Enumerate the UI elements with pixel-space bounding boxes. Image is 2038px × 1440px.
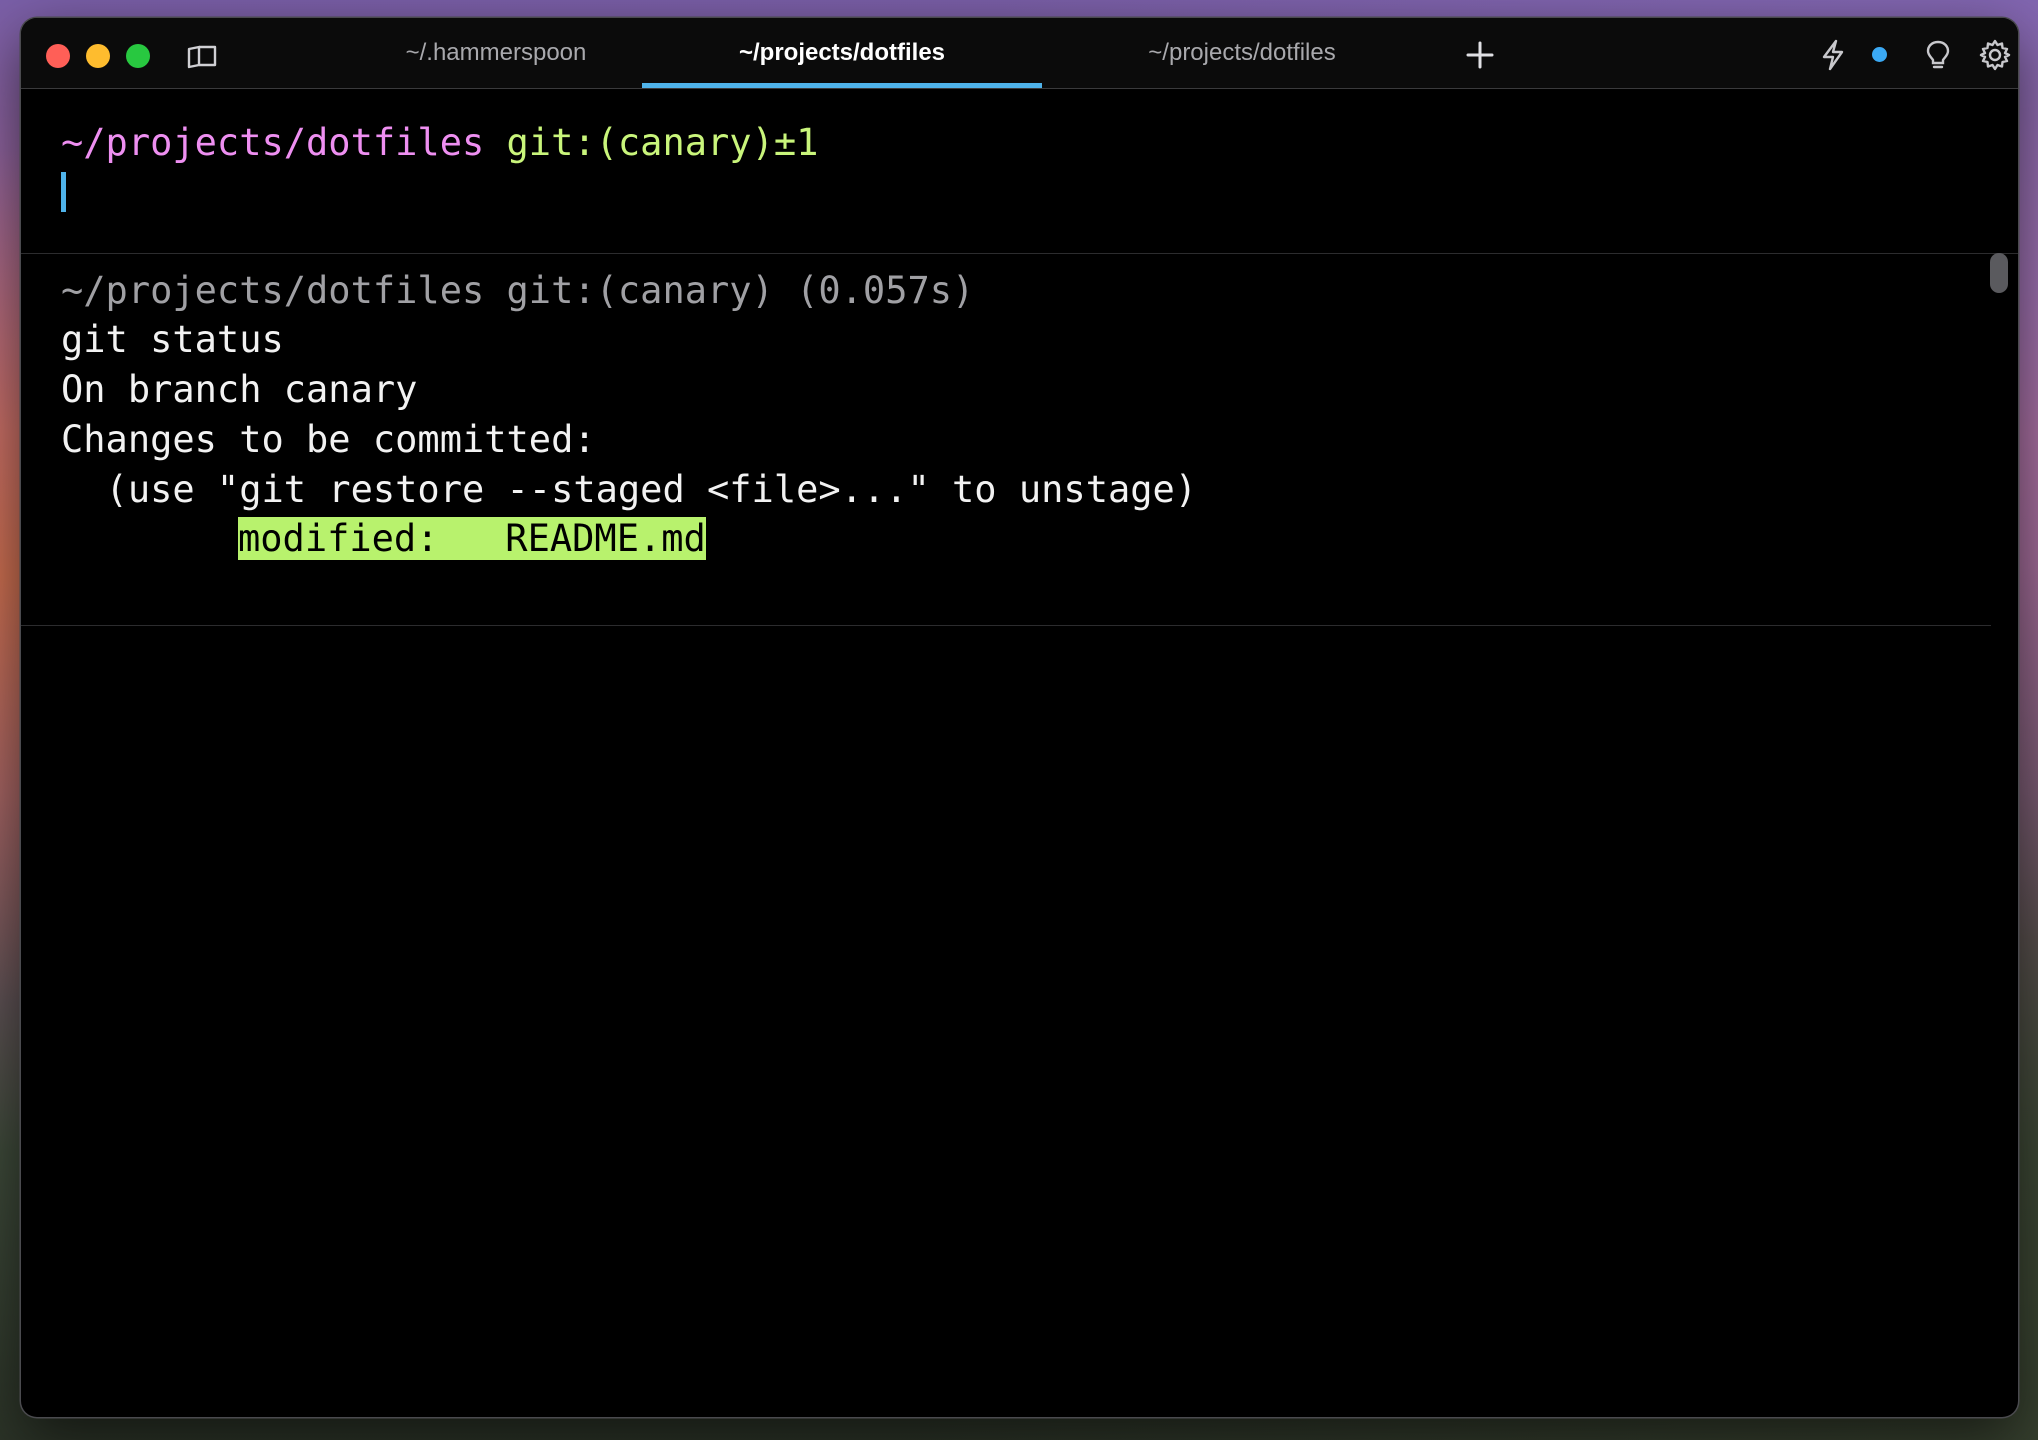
plus-icon[interactable] [1463, 38, 1497, 72]
prompt-path: ~/projects/dotfiles [61, 121, 485, 164]
command-text: git status [61, 318, 284, 361]
output-line: On branch canary [61, 368, 418, 411]
notification-dot [1872, 47, 1887, 62]
maximize-button[interactable] [126, 44, 150, 68]
active-tab-indicator [642, 83, 1042, 88]
close-button[interactable] [46, 44, 70, 68]
output-line: Changes to be committed: [61, 418, 596, 461]
highlighted-modified-file: modified: README.md [238, 517, 706, 560]
block-header: ~/projects/dotfiles git:(canary) (0.057s… [61, 269, 975, 312]
minimize-button[interactable] [86, 44, 110, 68]
scrollbar-thumb[interactable] [1990, 253, 2008, 293]
tab-dotfiles[interactable]: ~/projects/dotfiles [1042, 18, 1442, 88]
title-bar: ~/.hammerspoon ~/projects/dotfiles ~/pro… [21, 18, 2018, 89]
tab-label: ~/projects/dotfiles [1148, 39, 1336, 66]
command-output-block[interactable]: ~/projects/dotfiles git:(canary) (0.057s… [21, 255, 1991, 626]
terminal-window: ~/.hammerspoon ~/projects/dotfiles ~/pro… [21, 18, 2018, 1417]
prompt-line: ~/projects/dotfiles git:(canary)±1 [61, 119, 818, 167]
output-line: (use "git restore --staged <file>..." to… [61, 468, 1198, 511]
prompt-git-branch: git:(canary)±1 [506, 121, 819, 164]
tab-label: ~/.hammerspoon [405, 39, 587, 66]
input-prompt-block[interactable]: ~/projects/dotfiles git:(canary)±1 [21, 89, 2018, 254]
text-cursor [61, 172, 66, 212]
gear-icon[interactable] [1978, 38, 2012, 72]
lightning-icon[interactable] [1816, 38, 1850, 72]
tab-label: ~/projects/dotfiles [738, 39, 946, 66]
tab-dotfiles-active[interactable]: ~/projects/dotfiles [642, 18, 1042, 88]
sidebar-icon[interactable] [186, 44, 220, 70]
lightbulb-icon[interactable] [1921, 38, 1955, 72]
tab-hammerspoon[interactable]: ~/.hammerspoon [311, 18, 681, 88]
modified-file-line: modified: README.md [238, 515, 706, 563]
